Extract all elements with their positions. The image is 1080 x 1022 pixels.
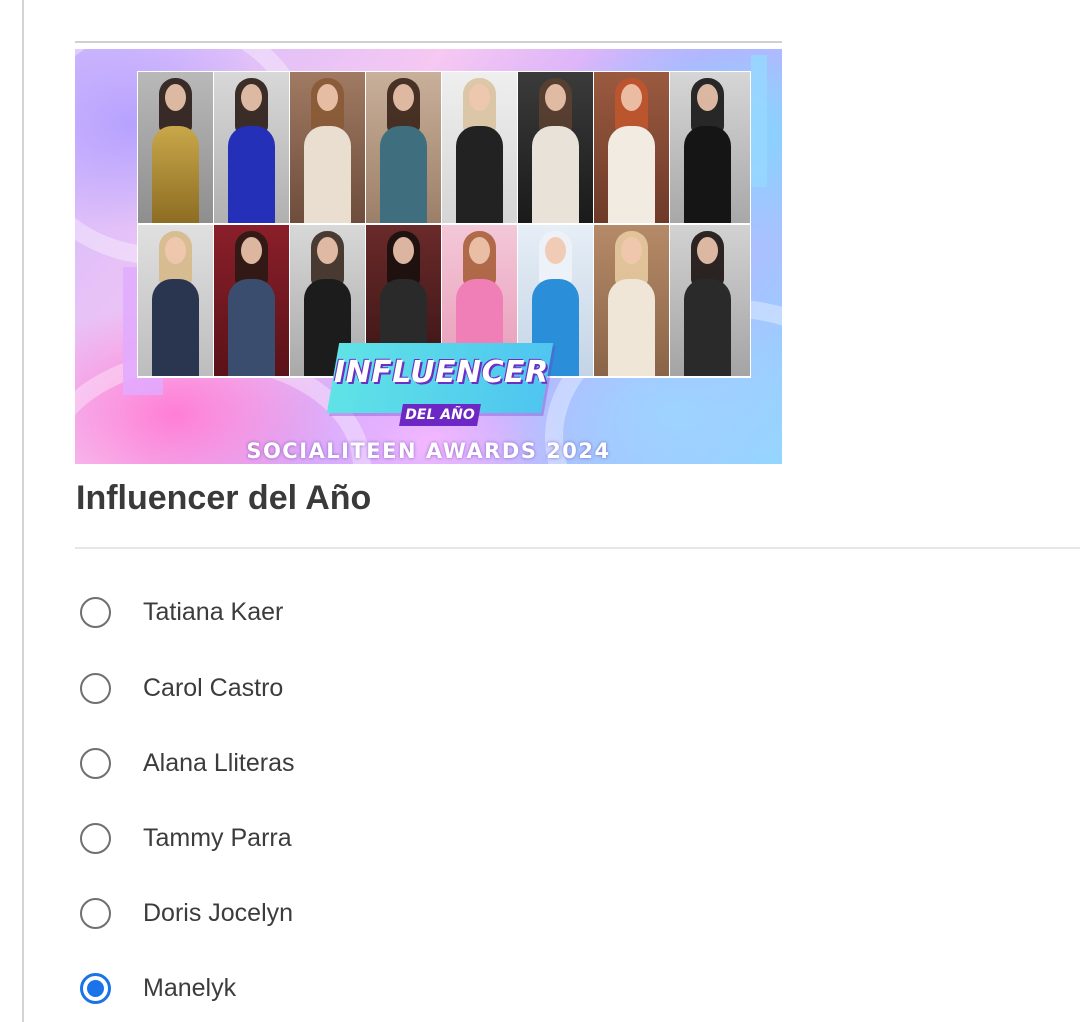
nominee-photo [214, 225, 289, 376]
banner-deco-block [751, 55, 767, 187]
title-divider [75, 547, 1080, 549]
nominee-photo [442, 72, 517, 223]
question-image: INFLUENCER DEL AÑO SOCIALITEEN AWARDS 20… [75, 49, 782, 464]
option-label: Alana Lliteras [143, 748, 295, 777]
nominee-photo [214, 72, 289, 223]
nominee-photo [670, 225, 750, 376]
awards-footer-text: SOCIALITEEN AWARDS 2024 [246, 439, 611, 463]
radio-button[interactable] [80, 822, 111, 854]
nominee-photo-grid [137, 71, 751, 378]
top-divider [75, 41, 782, 43]
radio-button[interactable] [80, 747, 111, 779]
nominee-photo [138, 72, 213, 223]
option-label: Tammy Parra [143, 823, 292, 852]
radio-option-tammy-parra[interactable]: Tammy Parra [80, 816, 680, 860]
radio-button-selected[interactable] [80, 972, 111, 1004]
award-logo: INFLUENCER [326, 343, 554, 413]
option-label: Carol Castro [143, 673, 284, 702]
award-title: INFLUENCER [333, 355, 549, 390]
radio-option-doris-jocelyn[interactable]: Doris Jocelyn [80, 891, 680, 935]
nominee-photo [670, 72, 750, 223]
radio-option-tatiana-kaer[interactable]: Tatiana Kaer [80, 590, 680, 634]
award-subtitle: DEL AÑO [405, 407, 475, 423]
award-subtitle-badge: DEL AÑO [399, 404, 481, 426]
radio-option-manelyk[interactable]: Manelyk [80, 966, 680, 1010]
option-label: Manelyk [143, 973, 237, 1002]
radio-button[interactable] [80, 897, 111, 929]
radio-button[interactable] [80, 596, 111, 628]
question-title: Influencer del Año [76, 479, 372, 517]
nominee-photo [138, 225, 213, 376]
option-label: Doris Jocelyn [143, 898, 294, 927]
radio-option-carol-castro[interactable]: Carol Castro [80, 666, 680, 710]
nominee-photo [518, 72, 593, 223]
radio-button[interactable] [80, 672, 111, 704]
nominee-photo [594, 72, 669, 223]
radio-option-alana-lliteras[interactable]: Alana Lliteras [80, 741, 680, 785]
nominee-photo [594, 225, 669, 376]
option-label: Tatiana Kaer [143, 597, 284, 626]
nominee-photo [290, 72, 365, 223]
page-left-border [22, 0, 24, 1022]
nominee-photo [366, 72, 441, 223]
